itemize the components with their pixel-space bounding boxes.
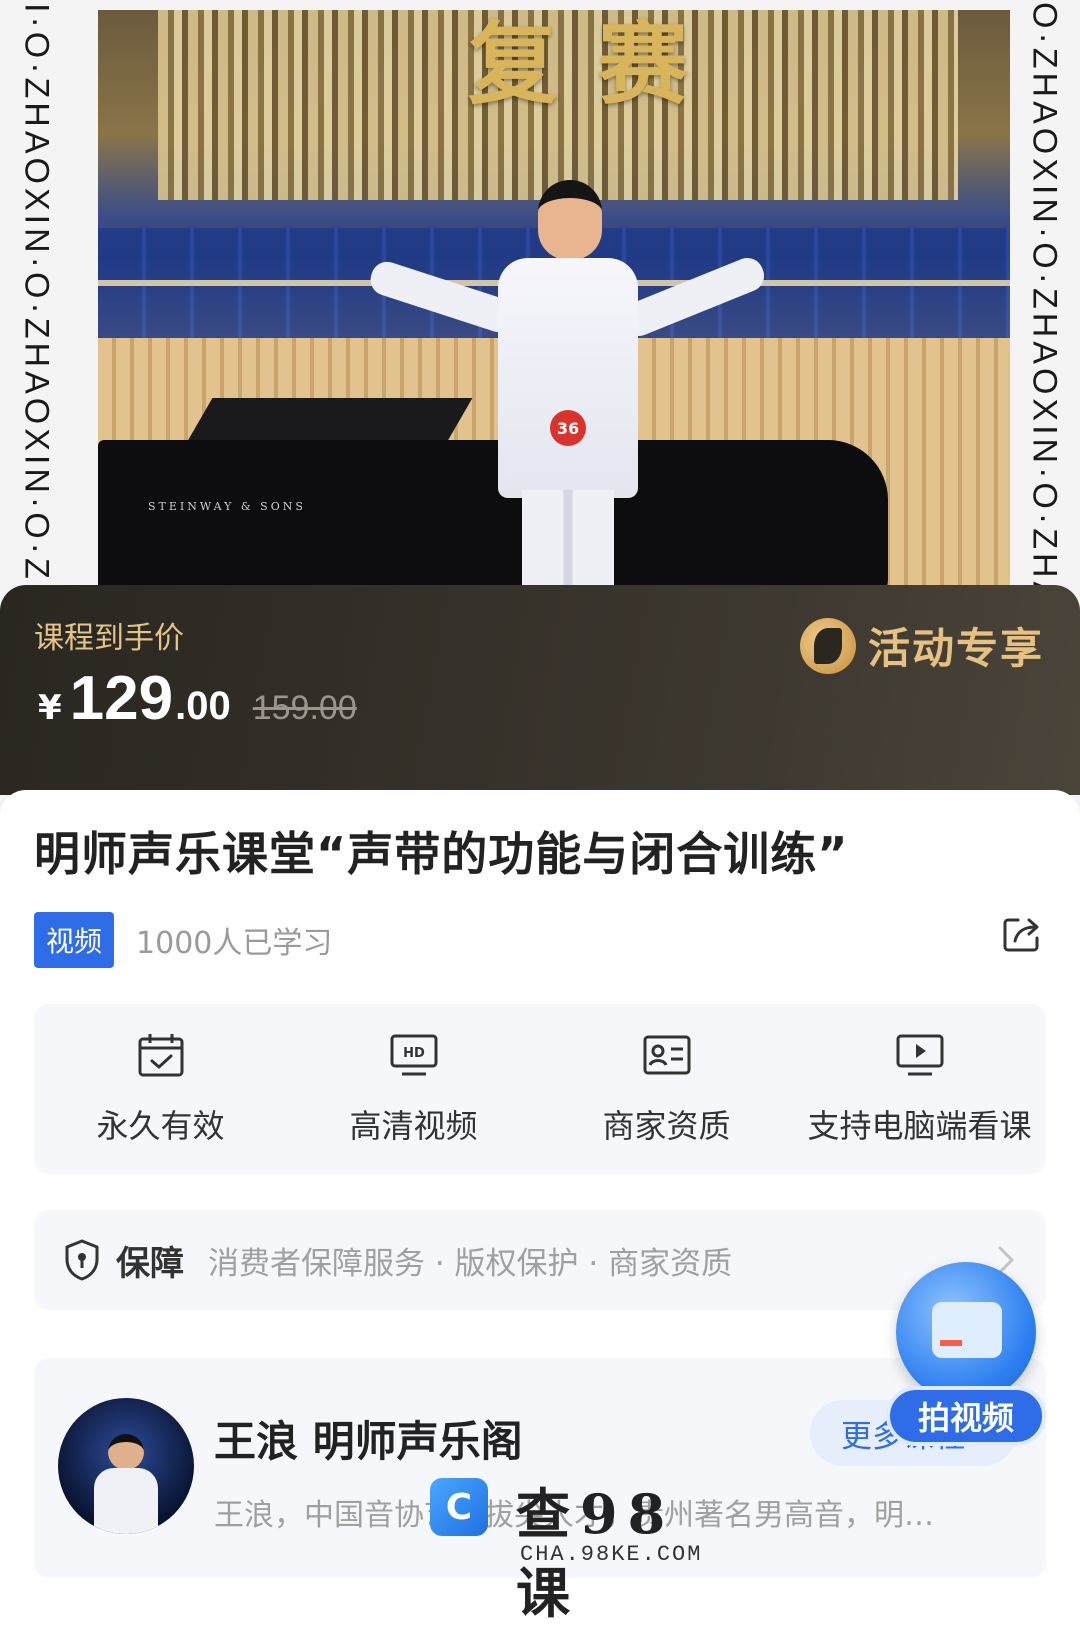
feature-label: 商家资质 <box>602 1107 731 1145</box>
course-meta: 视频 1000人已学习 <box>34 912 332 968</box>
promo-bird-icon <box>799 617 856 674</box>
promo-text: 活动专享 <box>867 624 1044 673</box>
original-price: 159.00 <box>252 689 357 727</box>
price-bar: 课程到手价 ¥ 129 .00 159.00 活动专享 <box>0 585 1080 795</box>
cover-photo: 复赛 STEINWAY & SONS 36 <box>98 10 1010 630</box>
course-cover-image[interactable]: I·O·ZHAOXIN·O·ZHAOXIN·O·ZHA 复赛 STEINWAY … <box>0 0 1080 640</box>
svg-text:HD: HD <box>403 1046 425 1061</box>
singer-figure: 36 <box>366 180 769 630</box>
avatar-head <box>108 1434 144 1470</box>
avatar[interactable] <box>58 1398 194 1534</box>
currency-symbol: ¥ <box>38 688 62 728</box>
cover-side-text-right: O·ZHAOXIN·O·ZHAOXIN·O·ZHAO <box>1025 1 1064 639</box>
shoot-video-label: 拍视频 <box>886 1386 1046 1446</box>
piano-brand: STEINWAY & SONS <box>148 500 306 513</box>
price-decimal: .00 <box>175 684 231 728</box>
course-type-badge: 视频 <box>34 912 115 968</box>
avatar-body <box>94 1468 158 1534</box>
feature-label: 永久有效 <box>96 1107 225 1145</box>
price-label: 课程到手价 <box>34 621 184 656</box>
watermark: C 查98课 CHA.98KE.COM <box>430 1470 730 1625</box>
shoot-video-button[interactable]: 拍视频 <box>886 1262 1050 1452</box>
feature-hd-video: HD 高清视频 <box>287 1004 540 1174</box>
course-title: 明师声乐课堂“声带的功能与闭合训练” <box>34 827 849 881</box>
feature-label: 高清视频 <box>349 1107 478 1145</box>
camera-bag-icon <box>896 1262 1036 1402</box>
guarantee-title: 保障 <box>116 1243 184 1284</box>
promo-tag: 活动专享 <box>799 615 1044 676</box>
price-integer: 129 <box>69 664 174 733</box>
watermark-logo: C <box>430 1478 488 1536</box>
learner-count: 1000人已学习 <box>136 926 333 961</box>
shield-icon <box>65 1239 99 1281</box>
guarantee-items: 消费者保障服务 · 版权保护 · 商家资质 <box>208 1245 733 1282</box>
hd-icon: HD <box>390 1034 437 1076</box>
feature-permanent: 永久有效 <box>34 1004 287 1174</box>
singer-head <box>538 180 602 260</box>
feature-strip: 永久有效 HD 高清视频 商家资质 支持电脑端看课 <box>34 1004 1046 1174</box>
feature-label: 支持电脑端看课 <box>807 1107 1032 1145</box>
id-card-icon <box>643 1035 690 1075</box>
feature-pc-viewing: 支持电脑端看课 <box>793 1004 1046 1174</box>
price-row: ¥ 129 .00 159.00 <box>38 663 357 734</box>
watermark-subtitle: CHA.98KE.COM <box>520 1542 703 1567</box>
cover-side-text-left: I·O·ZHAOXIN·O·ZHAOXIN·O·ZHA <box>17 2 56 638</box>
feature-merchant-qualification: 商家资质 <box>540 1004 793 1174</box>
monitor-play-icon <box>896 1034 943 1076</box>
share-icon[interactable] <box>998 910 1046 958</box>
contestant-number-tag: 36 <box>550 410 586 446</box>
stage-banner-text: 复赛 <box>468 11 728 117</box>
singer-body <box>498 258 638 498</box>
calendar-check-icon <box>138 1034 183 1077</box>
teacher-name: 王浪 明师声乐阁 <box>214 1417 523 1466</box>
